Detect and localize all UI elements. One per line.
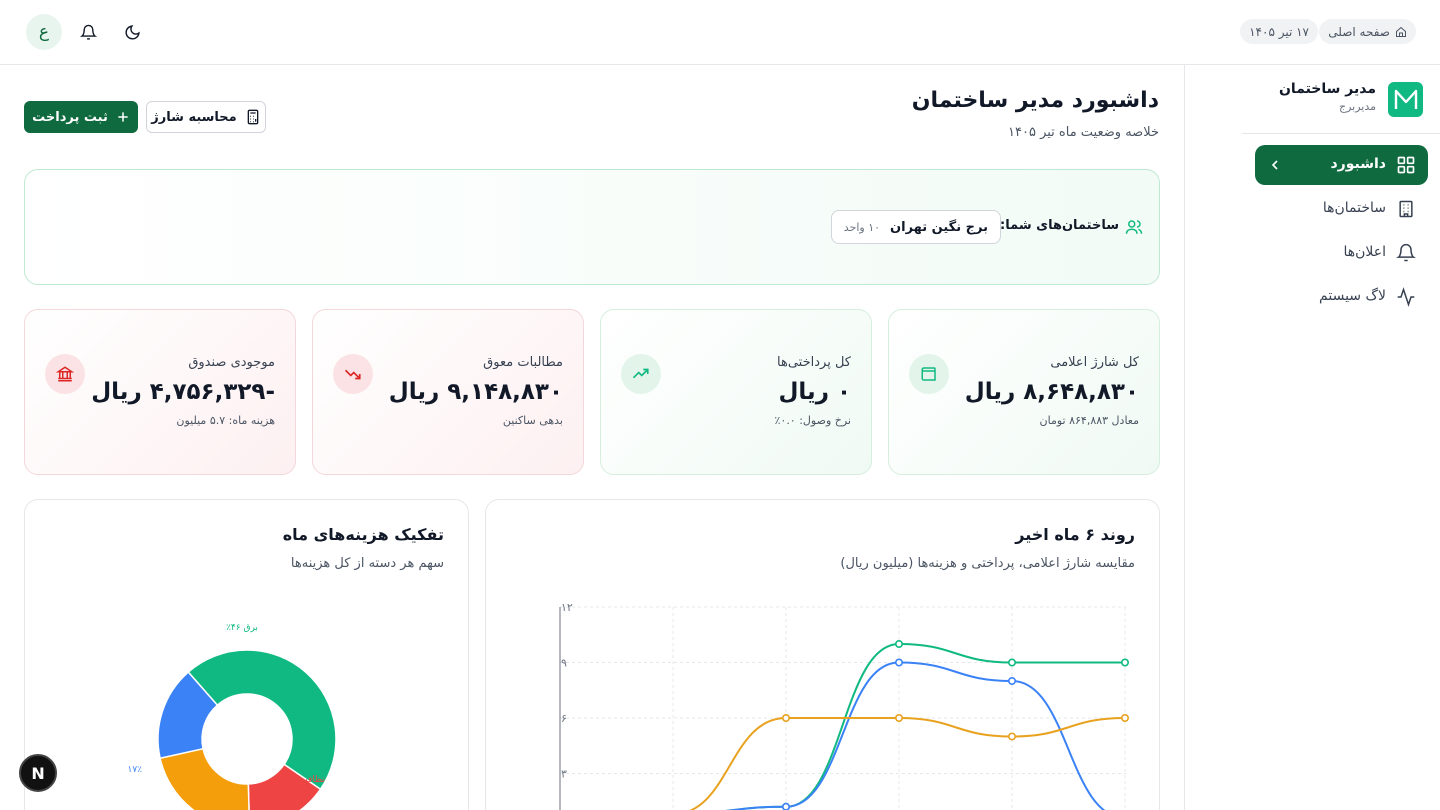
series-point[interactable] [1007, 658, 1016, 667]
stat-value: ۸,۶۴۸,۸۳۰ ریال [964, 379, 1139, 405]
buildings-panel: ساختمان‌های شما: برج نگین تهران ۱۰ واحد [24, 169, 1160, 285]
stat-card-fund-balance: موجودی صندوق -۴,۷۵۶,۳۲۹ ریال هزینه ماه: … [24, 309, 296, 475]
grid-icon [1397, 156, 1415, 174]
stat-note: نرخ وصول: ۰.۰٪ [774, 414, 851, 427]
chevron-left-icon [1271, 160, 1278, 170]
series-point[interactable] [894, 658, 903, 667]
donut-slice[interactable] [159, 747, 250, 810]
series-point[interactable] [782, 802, 790, 810]
series-point[interactable] [1120, 658, 1129, 667]
stat-value: ۰ ریال [778, 379, 851, 405]
expense-breakdown-card: تفکیک هزینه‌های ماه سهم هر دسته از کل هز… [24, 499, 469, 810]
stat-label: موجودی صندوق [188, 355, 275, 370]
y-tick-label: ۱۲ [561, 601, 573, 614]
sidebar-item-label: لاگ سیستم [1319, 288, 1386, 304]
breadcrumb-home[interactable]: صفحه اصلی [1319, 19, 1416, 44]
logo-m-icon [1394, 89, 1417, 109]
trend-chart-card: روند ۶ ماه اخیر مقایسه شارژ اعلامی، پردا… [485, 499, 1160, 810]
y-tick-label: ۳ [561, 768, 567, 781]
avatar-initial: ع [38, 22, 50, 42]
series-point[interactable] [894, 714, 903, 723]
record-payment-button[interactable]: ثبت پرداخت [24, 101, 138, 133]
y-tick-label: ۹ [561, 657, 567, 670]
stat-value: -۴,۷۵۶,۳۲۹ ریال [91, 379, 275, 405]
trending-up-icon [621, 354, 661, 394]
record-payment-label: ثبت پرداخت [32, 109, 108, 125]
stat-label: کل پرداختی‌ها [777, 355, 851, 370]
stat-label: مطالبات معوق [483, 355, 563, 370]
stat-note: معادل ۸۶۴,۸۸۳ تومان [1039, 414, 1139, 427]
home-icon [1396, 26, 1406, 37]
expense-donut-chart: برق ۴۶٪ نظافت ۱۷٪ [127, 623, 337, 810]
brand-subtitle: مدیربرج [1338, 100, 1376, 113]
activity-icon [1397, 287, 1415, 307]
sidebar-item-label: داشبورد [1330, 156, 1387, 172]
top-bar: صفحه اصلی ۱۷ تیر ۱۴۰۵ ع [0, 0, 1440, 65]
stat-card-total-payments: کل پرداختی‌ها ۰ ریال نرخ وصول: ۰.۰٪ [600, 309, 872, 475]
series-point[interactable] [1120, 714, 1129, 723]
date-badge: ۱۷ تیر ۱۴۰۵ [1240, 19, 1318, 44]
sidebar-item-buildings[interactable]: ساختمان‌ها [1255, 189, 1428, 229]
notifications-button[interactable] [73, 17, 103, 47]
brand-title: مدیر ساختمان [1278, 81, 1376, 97]
trending-down-icon [333, 354, 373, 394]
date-label: ۱۷ تیر ۱۴۰۵ [1249, 24, 1309, 39]
sidebar-divider [1242, 133, 1440, 134]
trend-line-chart: ۳ ۶ ۹ ۱۲ [559, 601, 1129, 810]
stat-label: کل شارژ اعلامی [1050, 355, 1139, 370]
stat-note: هزینه ماه: ۵.۷ میلیون [176, 414, 275, 427]
stat-card-overdue: مطالبات معوق ۹,۱۴۸,۸۳۰ ریال بدهی ساکنین [312, 309, 584, 475]
sidebar-item-label: اعلان‌ها [1343, 244, 1386, 260]
page-subtitle: خلاصه وضعیت ماه تیر ۱۴۰۵ [1008, 125, 1159, 140]
moon-icon [125, 24, 140, 39]
sidebar-item-label: ساختمان‌ها [1322, 200, 1386, 216]
stat-value: ۹,۱۴۸,۸۳۰ ریال [388, 379, 563, 405]
next-dev-button[interactable]: N [19, 754, 57, 792]
sidebar-item-dashboard[interactable]: داشبورد [1255, 145, 1428, 185]
series-point[interactable] [894, 640, 903, 649]
building-selector[interactable]: برج نگین تهران ۱۰ واحد [830, 210, 1001, 244]
users-icon [1125, 220, 1143, 234]
calculator-icon [247, 109, 259, 125]
sidebar: مدیر ساختمان مدیربرج داشبورد ساختمان‌ها … [1184, 65, 1440, 810]
series-point[interactable] [1007, 677, 1016, 686]
stat-note: بدهی ساکنین [502, 414, 563, 427]
bank-icon [45, 354, 85, 394]
stat-card-total-charge: کل شارژ اعلامی ۸,۶۴۸,۸۳۰ ریال معادل ۸۶۴,… [888, 309, 1160, 475]
slice-label: برق ۴۶٪ [226, 623, 258, 633]
calculate-charge-button[interactable]: محاسبه شارژ [146, 101, 266, 133]
sidebar-item-system-log[interactable]: لاگ سیستم [1255, 277, 1428, 317]
plus-icon [118, 112, 128, 122]
series-point[interactable] [781, 714, 790, 723]
bell-icon [1396, 243, 1416, 262]
sidebar-item-notifications[interactable]: اعلان‌ها [1255, 233, 1428, 273]
y-tick-label: ۶ [561, 712, 567, 725]
building-icon [1399, 200, 1413, 218]
bell-icon [79, 24, 97, 40]
series-point[interactable] [1007, 732, 1016, 741]
calculate-charge-label: محاسبه شارژ [151, 109, 237, 125]
slice-label: ۱۷٪ [127, 765, 142, 775]
theme-toggle-button[interactable] [117, 17, 147, 47]
breadcrumb-home-label: صفحه اصلی [1328, 24, 1390, 39]
user-avatar[interactable]: ع [26, 14, 62, 50]
building-units: ۱۰ واحد [843, 220, 881, 234]
page-title: داشبورد مدیر ساختمان [911, 88, 1159, 113]
brand-logo [1388, 82, 1423, 117]
slice-label: نظافت [299, 775, 325, 785]
buildings-label: ساختمان‌های شما: [1000, 218, 1119, 233]
building-name: برج نگین تهران [890, 219, 988, 235]
wallet-icon [909, 354, 949, 394]
next-dev-label: N [31, 763, 45, 783]
